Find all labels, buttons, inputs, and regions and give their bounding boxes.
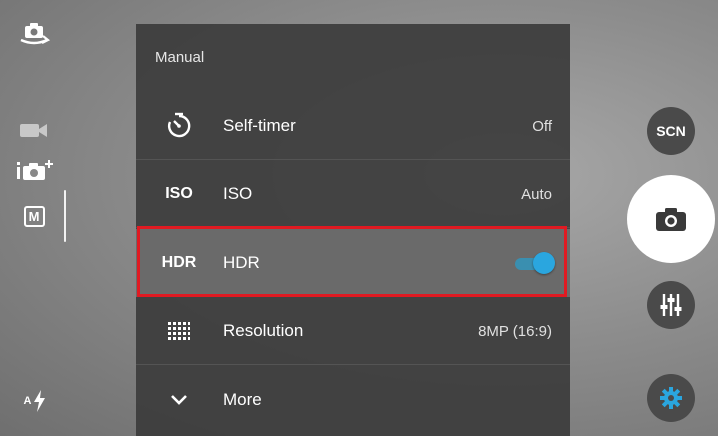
panel-header: Manual	[155, 49, 205, 66]
iso-row[interactable]: ISO ISO Auto	[136, 160, 570, 228]
resolution-value: 8MP (16:9)	[478, 322, 552, 340]
adjust-button[interactable]	[647, 281, 695, 329]
sliders-icon	[660, 294, 682, 316]
switch-camera-icon[interactable]	[17, 20, 51, 46]
iso-value: Auto	[521, 185, 552, 203]
more-label: More	[223, 390, 262, 409]
mode-indicator-line	[64, 190, 66, 242]
iso-icon: ISO	[165, 185, 193, 202]
scene-button[interactable]: SCN	[647, 107, 695, 155]
gear-icon	[660, 387, 682, 409]
more-row[interactable]: More	[136, 366, 570, 434]
mode-rail: M A	[0, 0, 72, 436]
hdr-highlight-frame	[137, 226, 567, 297]
self-timer-value: Off	[532, 117, 552, 135]
camera-icon	[656, 208, 686, 231]
iso-label: ISO	[223, 184, 253, 203]
timer-icon	[156, 111, 202, 141]
camera-plus-icon[interactable]	[14, 158, 56, 184]
resolution-row[interactable]: Resolution 8MP (16:9)	[136, 297, 570, 365]
grid-icon	[156, 316, 202, 346]
manual-mode-label: M	[23, 205, 45, 227]
manual-mode-icon[interactable]: M	[22, 204, 46, 228]
scene-label: SCN	[656, 123, 686, 139]
shutter-button[interactable]	[627, 175, 715, 263]
flash-auto-label: A	[23, 395, 32, 407]
settings-button[interactable]	[647, 374, 695, 422]
resolution-label: Resolution	[223, 321, 304, 340]
self-timer-label: Self-timer	[223, 116, 296, 135]
self-timer-row[interactable]: Self-timer Off	[136, 92, 570, 160]
flash-auto-icon[interactable]: A	[20, 388, 50, 414]
chevron-down-icon	[156, 385, 202, 415]
video-mode-icon[interactable]	[18, 120, 50, 140]
